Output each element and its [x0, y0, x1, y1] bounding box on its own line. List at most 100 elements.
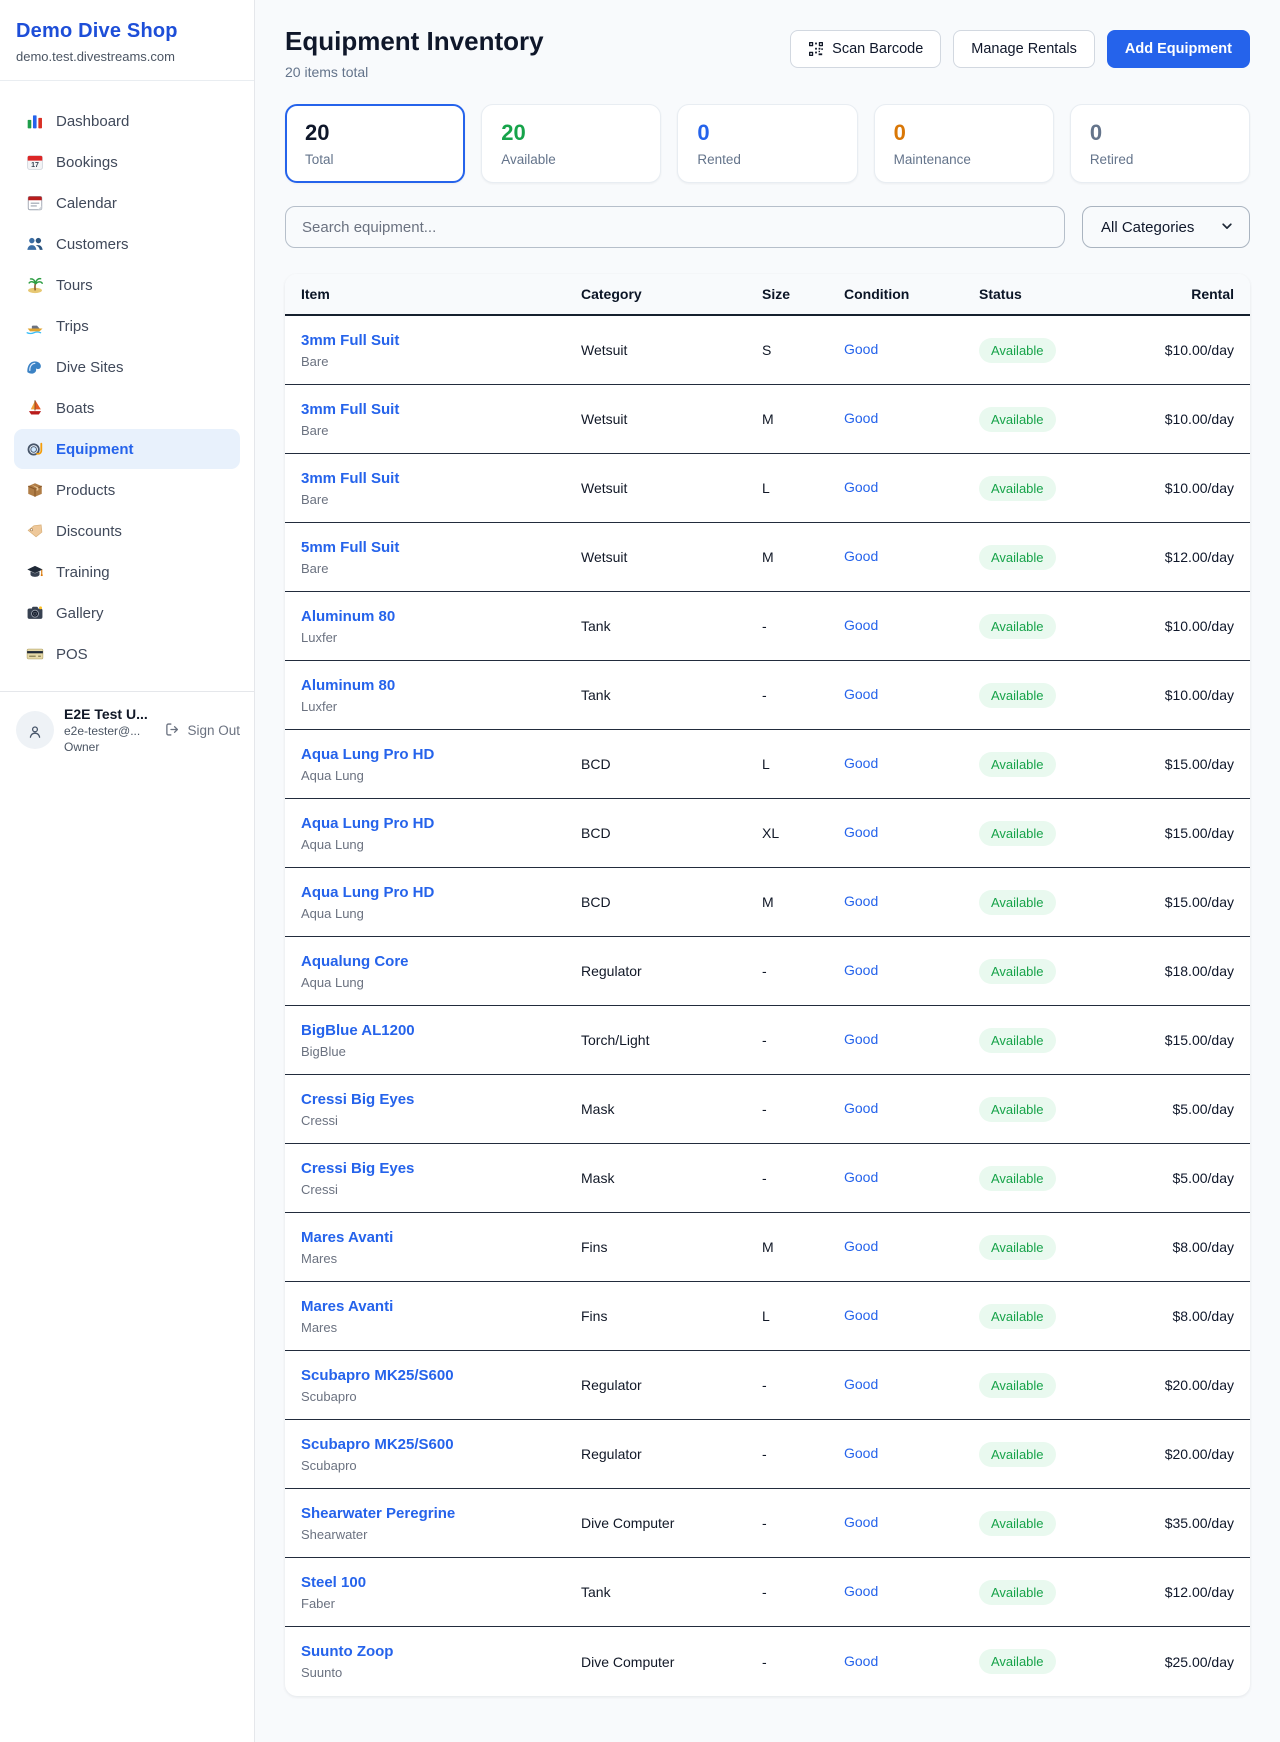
- item-condition-link[interactable]: Good: [844, 1238, 878, 1254]
- item-name-link[interactable]: Cressi Big Eyes: [301, 1160, 414, 1177]
- sidebar-item-trips[interactable]: Trips: [14, 306, 240, 346]
- user-info: E2E Test U... e2e-tester@... Owner: [64, 706, 148, 754]
- sidebar-item-dashboard[interactable]: Dashboard: [14, 101, 240, 141]
- item-name-link[interactable]: Shearwater Peregrine: [301, 1505, 455, 1522]
- item-condition-link[interactable]: Good: [844, 479, 878, 495]
- item-condition-link[interactable]: Good: [844, 824, 878, 840]
- item-category: Wetsuit: [581, 411, 762, 427]
- item-name-link[interactable]: Scubapro MK25/S600: [301, 1367, 454, 1384]
- item-condition-link[interactable]: Good: [844, 1445, 878, 1461]
- item-condition-link[interactable]: Good: [844, 548, 878, 564]
- item-name-link[interactable]: Mares Avanti: [301, 1229, 393, 1246]
- item-name-link[interactable]: Aluminum 80: [301, 677, 395, 694]
- search-input[interactable]: [285, 206, 1065, 248]
- item-condition-link[interactable]: Good: [844, 1031, 878, 1047]
- brand-title[interactable]: Demo Dive Shop: [16, 20, 238, 43]
- item-condition-link[interactable]: Good: [844, 1653, 878, 1669]
- sign-out-button[interactable]: Sign Out: [165, 722, 240, 738]
- status-badge: Available: [979, 476, 1056, 501]
- item-rental: $10.00/day: [1149, 342, 1234, 358]
- item-rental: $35.00/day: [1149, 1515, 1234, 1531]
- item-condition-link[interactable]: Good: [844, 1169, 878, 1185]
- item-condition-link[interactable]: Good: [844, 893, 878, 909]
- status-badge: Available: [979, 1373, 1056, 1398]
- item-name-link[interactable]: Steel 100: [301, 1574, 366, 1591]
- status-badge: Available: [979, 1028, 1056, 1053]
- add-equipment-button[interactable]: Add Equipment: [1107, 30, 1250, 68]
- item-name-link[interactable]: 3mm Full Suit: [301, 470, 399, 487]
- item-size: XL: [762, 825, 844, 841]
- item-condition-link[interactable]: Good: [844, 410, 878, 426]
- item-condition-link[interactable]: Good: [844, 1100, 878, 1116]
- item-category: Torch/Light: [581, 1032, 762, 1048]
- sidebar-item-products[interactable]: Products: [14, 470, 240, 510]
- item-category: Wetsuit: [581, 342, 762, 358]
- status-badge: Available: [979, 1304, 1056, 1329]
- manage-rentals-button[interactable]: Manage Rentals: [953, 30, 1095, 68]
- bar-chart-icon: [26, 112, 44, 130]
- sidebar-item-equipment[interactable]: Equipment: [14, 429, 240, 469]
- table-row: Mares Avanti Mares Fins L Good Available…: [285, 1282, 1250, 1351]
- item-condition-link[interactable]: Good: [844, 1514, 878, 1530]
- item-name-link[interactable]: Cressi Big Eyes: [301, 1091, 414, 1108]
- item-category: Regulator: [581, 963, 762, 979]
- item-condition-link[interactable]: Good: [844, 962, 878, 978]
- table-row: BigBlue AL1200 BigBlue Torch/Light - Goo…: [285, 1006, 1250, 1075]
- sidebar-item-pos[interactable]: POS: [14, 634, 240, 674]
- sidebar-item-boats[interactable]: Boats: [14, 388, 240, 428]
- page-title: Equipment Inventory: [285, 26, 544, 57]
- stat-card-rented[interactable]: 0 Rented: [677, 104, 857, 183]
- item-size: -: [762, 1377, 844, 1393]
- item-condition-link[interactable]: Good: [844, 341, 878, 357]
- item-condition-link[interactable]: Good: [844, 755, 878, 771]
- item-condition-link[interactable]: Good: [844, 1376, 878, 1392]
- stats-row: 20 Total 20 Available 0 Rented 0 Mainten…: [285, 104, 1250, 183]
- item-category: BCD: [581, 825, 762, 841]
- item-condition-link[interactable]: Good: [844, 686, 878, 702]
- item-condition-link[interactable]: Good: [844, 1307, 878, 1323]
- sidebar-item-tours[interactable]: Tours: [14, 265, 240, 305]
- item-condition-link[interactable]: Good: [844, 617, 878, 633]
- item-name-link[interactable]: 3mm Full Suit: [301, 332, 399, 349]
- sidebar-item-customers[interactable]: Customers: [14, 224, 240, 264]
- item-name-link[interactable]: Aluminum 80: [301, 608, 395, 625]
- item-name-link[interactable]: Scubapro MK25/S600: [301, 1436, 454, 1453]
- item-rental: $12.00/day: [1149, 1584, 1234, 1600]
- category-select[interactable]: All Categories: [1082, 206, 1250, 248]
- item-name-link[interactable]: Aqualung Core: [301, 953, 409, 970]
- scan-barcode-button[interactable]: Scan Barcode: [790, 30, 941, 68]
- item-category: Tank: [581, 1584, 762, 1600]
- item-name-link[interactable]: 3mm Full Suit: [301, 401, 399, 418]
- sidebar-item-training[interactable]: Training: [14, 552, 240, 592]
- item-name-link[interactable]: Aqua Lung Pro HD: [301, 815, 434, 832]
- item-name-link[interactable]: Aqua Lung Pro HD: [301, 884, 434, 901]
- stat-card-retired[interactable]: 0 Retired: [1070, 104, 1250, 183]
- item-name-link[interactable]: Mares Avanti: [301, 1298, 393, 1315]
- sidebar-item-calendar[interactable]: Calendar: [14, 183, 240, 223]
- calendar-pad-icon: [26, 194, 44, 212]
- status-badge: Available: [979, 683, 1056, 708]
- sidebar-item-discounts[interactable]: Discounts: [14, 511, 240, 551]
- scan-barcode-label: Scan Barcode: [832, 41, 923, 57]
- stat-card-maintenance[interactable]: 0 Maintenance: [874, 104, 1054, 183]
- item-brand: Cressi: [301, 1113, 581, 1128]
- item-name-link[interactable]: Suunto Zoop: [301, 1643, 393, 1660]
- sidebar-item-bookings[interactable]: 17 Bookings: [14, 142, 240, 182]
- item-name-link[interactable]: 5mm Full Suit: [301, 539, 399, 556]
- stat-card-total[interactable]: 20 Total: [285, 104, 465, 183]
- table-row: Mares Avanti Mares Fins M Good Available…: [285, 1213, 1250, 1282]
- stat-card-available[interactable]: 20 Available: [481, 104, 661, 183]
- item-name-link[interactable]: Aqua Lung Pro HD: [301, 746, 434, 763]
- item-name-link[interactable]: BigBlue AL1200: [301, 1022, 415, 1039]
- brand-subtitle: demo.test.divestreams.com: [16, 49, 238, 64]
- item-category: Tank: [581, 618, 762, 634]
- sidebar-item-label: Equipment: [56, 441, 134, 458]
- sidebar-item-dive-sites[interactable]: Dive Sites: [14, 347, 240, 387]
- stat-label: Retired: [1090, 152, 1230, 167]
- item-brand: Aqua Lung: [301, 906, 581, 921]
- item-condition-link[interactable]: Good: [844, 1583, 878, 1599]
- table-row: Aqua Lung Pro HD Aqua Lung BCD M Good Av…: [285, 868, 1250, 937]
- sidebar-item-label: POS: [56, 646, 88, 663]
- person-icon: [27, 722, 43, 738]
- sidebar-item-gallery[interactable]: Gallery: [14, 593, 240, 633]
